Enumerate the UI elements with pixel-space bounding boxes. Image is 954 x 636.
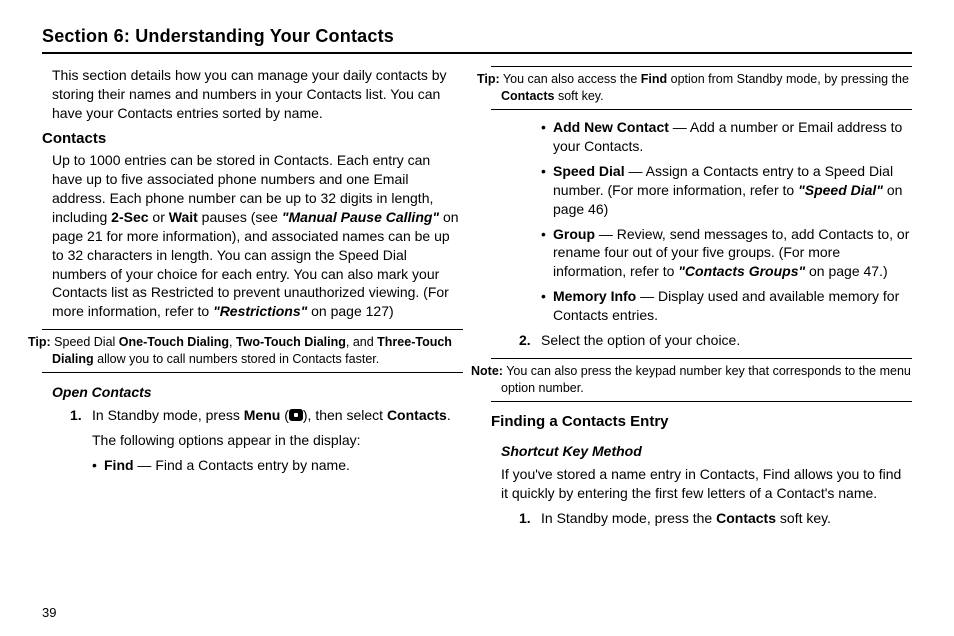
bold-menu: Menu — [244, 407, 281, 423]
option-name: Memory Info — [553, 288, 636, 304]
tip-text: You can also access the — [500, 72, 641, 86]
ref-speed-dial: "Speed Dial" — [798, 182, 883, 198]
ref-contacts-groups: "Contacts Groups" — [678, 263, 805, 279]
bold-contacts-softkey: Contacts — [501, 89, 554, 103]
open-contacts-steps-cont: 2. Select the option of your choice. — [491, 331, 912, 350]
tip-label: Tip: — [477, 72, 500, 86]
ref-restrictions: "Restrictions" — [213, 303, 307, 319]
right-column: Tip: You can also access the Find option… — [491, 66, 912, 533]
option-find: Find — Find a Contacts entry by name. — [92, 456, 463, 475]
option-name: Speed Dial — [553, 163, 625, 179]
text: . — [447, 407, 451, 423]
tip-label: Tip: — [28, 335, 51, 349]
text: pauses (see — [198, 209, 282, 225]
note-box-keypad: Note: You can also press the keypad numb… — [491, 358, 912, 402]
menu-key-icon — [289, 409, 303, 421]
tip-text: , — [229, 335, 236, 349]
finding-step-1: 1. In Standby mode, press the Contacts s… — [519, 509, 912, 528]
bold-one-touch: One-Touch Dialing — [119, 335, 229, 349]
bold-wait: Wait — [169, 209, 198, 225]
step-1-followup: The following options appear in the disp… — [92, 431, 463, 450]
option-desc-tail: on page 47.) — [805, 263, 888, 279]
tip-text: , and — [346, 335, 377, 349]
step-number: 2. — [519, 331, 531, 350]
option-list-right: Add New Contact — Add a number or Email … — [491, 118, 912, 325]
tip-box-find: Tip: You can also access the Find option… — [491, 66, 912, 110]
bold-contacts-softkey: Contacts — [716, 510, 776, 526]
text: ( — [280, 407, 289, 423]
note-label: Note: — [471, 364, 503, 378]
page-number: 39 — [42, 604, 56, 622]
text: In Standby mode, press — [92, 407, 244, 423]
tip-text: allow you to call numbers stored in Cont… — [94, 352, 380, 366]
title-rule — [42, 52, 912, 54]
step-text: Select the option of your choice. — [541, 332, 740, 348]
contacts-paragraph: Up to 1000 entries can be stored in Cont… — [42, 151, 463, 321]
text: ), then select — [303, 407, 387, 423]
note-text: You can also press the keypad number key… — [501, 364, 911, 395]
intro-text: This section details how you can manage … — [42, 66, 463, 123]
step-number: 1. — [70, 406, 82, 425]
page: Section 6: Understanding Your Contacts T… — [0, 0, 954, 636]
ref-manual-pause: "Manual Pause Calling" — [282, 209, 439, 225]
option-desc: — Find a Contacts entry by name. — [134, 457, 350, 473]
shortcut-heading: Shortcut Key Method — [501, 442, 912, 461]
finding-heading: Finding a Contacts Entry — [491, 412, 912, 432]
finding-paragraph: If you've stored a name entry in Contact… — [491, 465, 912, 503]
open-contacts-steps: 1. In Standby mode, press Menu ( ), then … — [42, 406, 463, 450]
text: soft key. — [776, 510, 831, 526]
text: on page 127) — [307, 303, 393, 319]
tip-text: Speed Dial — [51, 335, 119, 349]
open-contacts-heading: Open Contacts — [52, 383, 463, 402]
step-1: 1. In Standby mode, press Menu ( ), then … — [70, 406, 463, 450]
option-name: Add New Contact — [553, 119, 669, 135]
option-add-new-contact: Add New Contact — Add a number or Email … — [541, 118, 912, 156]
option-name: Group — [553, 226, 595, 242]
option-group: Group — Review, send messages to, add Co… — [541, 225, 912, 282]
bold-2sec: 2-Sec — [111, 209, 148, 225]
text: or — [149, 209, 169, 225]
step-number: 1. — [519, 509, 531, 528]
tip-text: soft key. — [554, 89, 603, 103]
option-name: Find — [104, 457, 134, 473]
bold-find: Find — [641, 72, 667, 86]
option-list-left: Find — Find a Contacts entry by name. — [42, 456, 463, 475]
option-memory-info: Memory Info — Display used and available… — [541, 287, 912, 325]
tip-box-speed-dial: Tip: Speed Dial One-Touch Dialing, Two-T… — [42, 329, 463, 373]
left-column: This section details how you can manage … — [42, 66, 463, 533]
bold-contacts: Contacts — [387, 407, 447, 423]
bold-two-touch: Two-Touch Dialing — [236, 335, 346, 349]
option-speed-dial: Speed Dial — Assign a Contacts entry to … — [541, 162, 912, 219]
contacts-heading: Contacts — [42, 129, 463, 149]
step-2: 2. Select the option of your choice. — [519, 331, 912, 350]
columns: This section details how you can manage … — [42, 66, 912, 533]
section-title: Section 6: Understanding Your Contacts — [42, 24, 912, 48]
finding-steps: 1. In Standby mode, press the Contacts s… — [491, 509, 912, 528]
tip-text: option from Standby mode, by pressing th… — [667, 72, 909, 86]
text: In Standby mode, press the — [541, 510, 716, 526]
